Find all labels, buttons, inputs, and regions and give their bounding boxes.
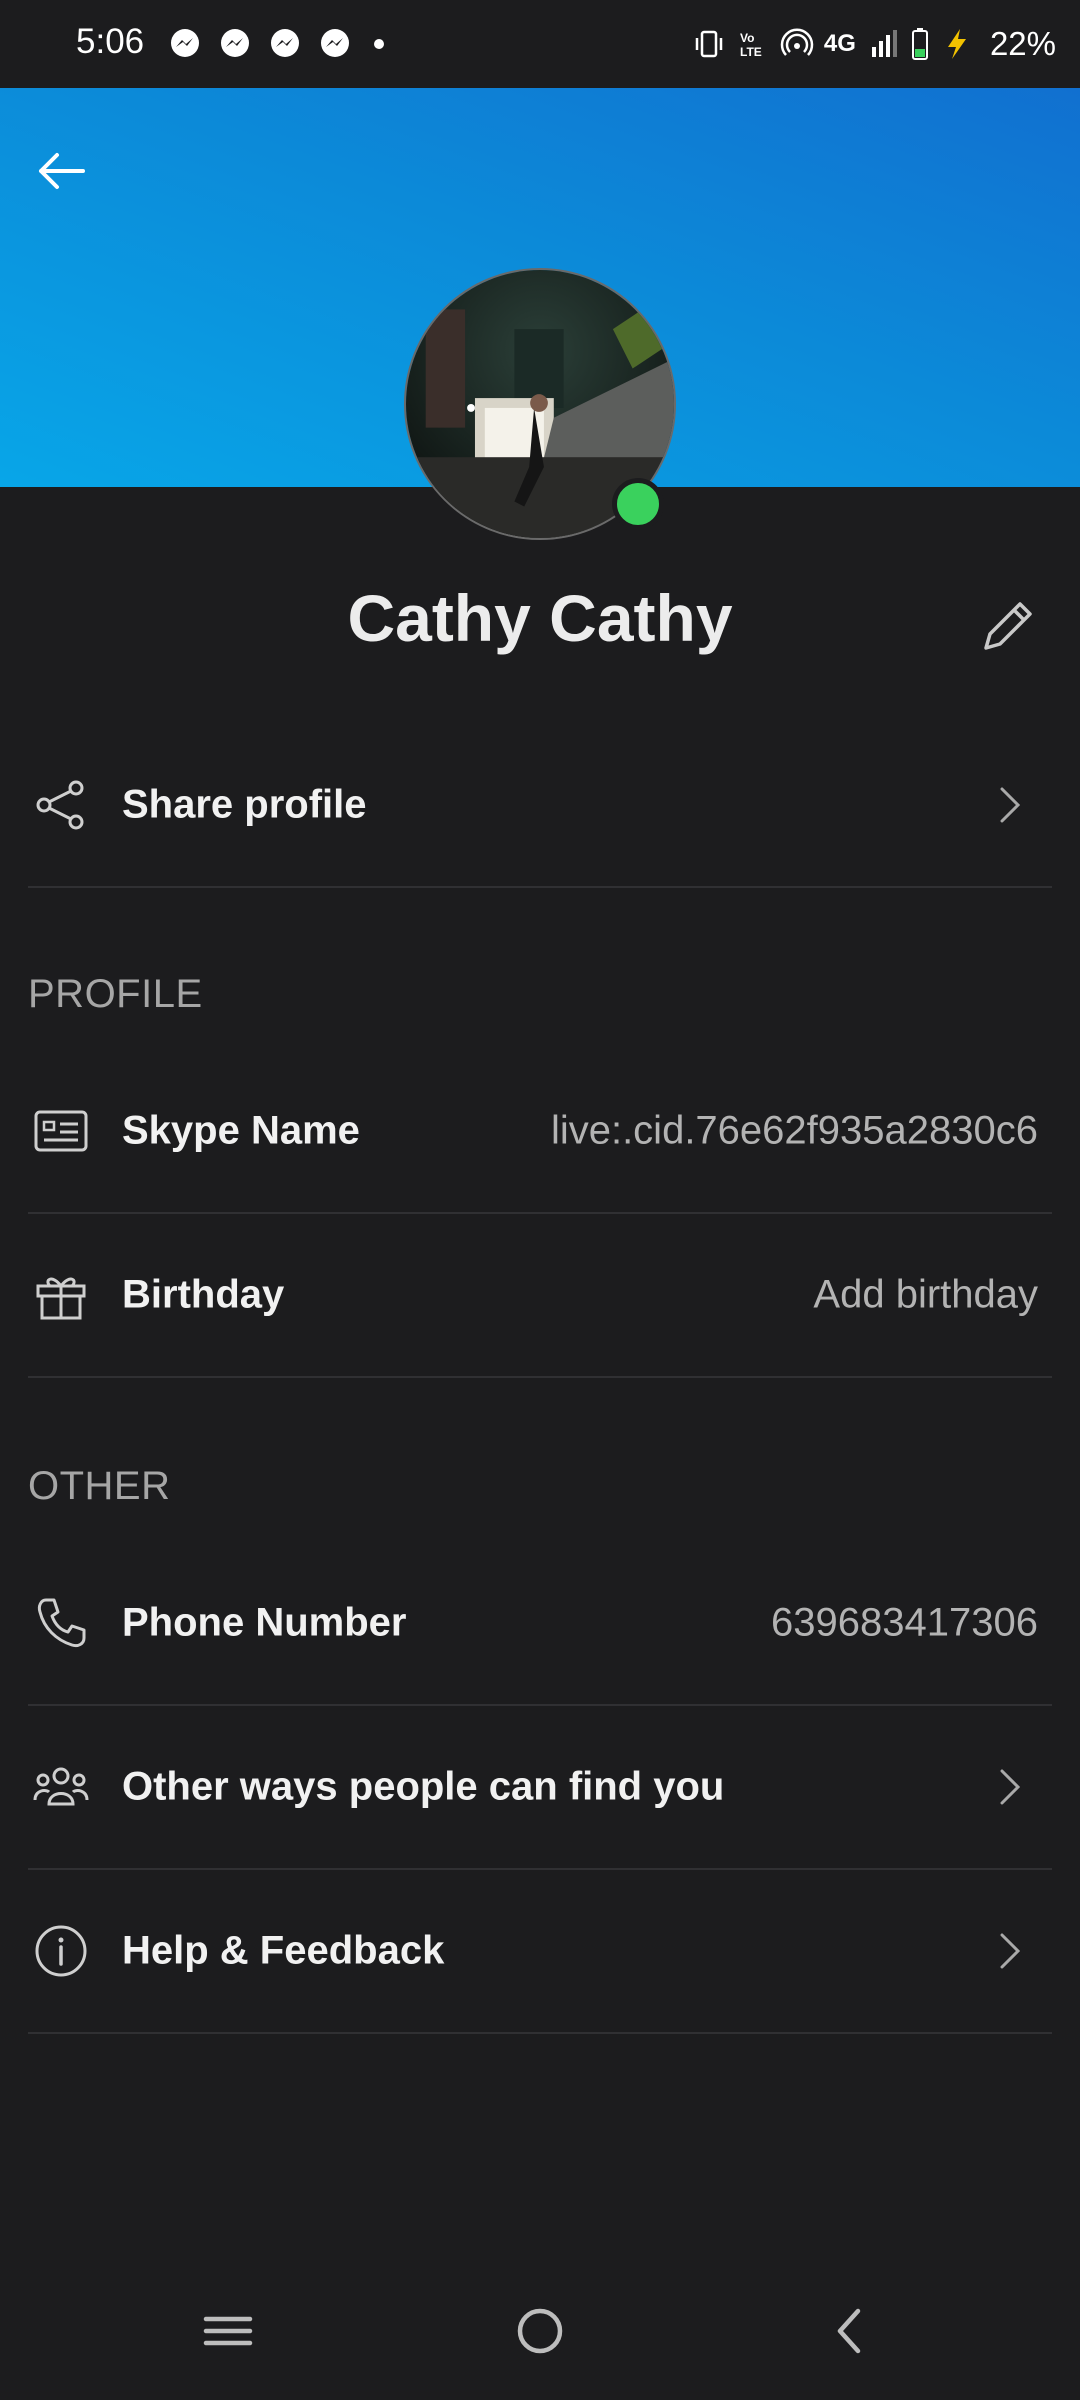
gift-icon <box>32 1266 90 1324</box>
battery-icon <box>911 28 928 60</box>
svg-text:Vo: Vo <box>740 31 754 45</box>
status-bar: 5:06 Vo LTE 4G 22% <box>0 0 1080 88</box>
find-you-row[interactable]: Other ways people can find you <box>28 1706 1052 1870</box>
id-card-icon <box>32 1102 90 1160</box>
birthday-row[interactable]: Birthday Add birthday <box>28 1214 1052 1378</box>
messenger-icon <box>171 29 199 57</box>
system-nav-bar <box>0 2270 1080 2400</box>
home-icon <box>517 2308 563 2354</box>
birthday-label: Birthday <box>122 1272 285 1317</box>
messenger-icon <box>271 29 299 57</box>
skype-name-row[interactable]: Skype Name live:.cid.76e62f935a2830c6 <box>28 1050 1052 1214</box>
arrow-left-icon <box>39 153 85 189</box>
network-type: 4G <box>823 30 856 57</box>
battery-percent: 22% <box>989 25 1056 62</box>
phone-number-value: 639683417306 <box>771 1600 1038 1645</box>
profile-name: Cathy Cathy <box>347 581 733 655</box>
share-profile-label: Share profile <box>122 782 367 827</box>
help-feedback-label: Help & Feedback <box>122 1928 445 1973</box>
messenger-icon <box>321 29 349 57</box>
volte-icon: VoLTE <box>740 31 762 59</box>
info-icon <box>32 1922 90 1980</box>
signal-icon <box>871 30 897 57</box>
back-icon <box>837 2308 861 2354</box>
home-button[interactable] <box>505 2296 575 2366</box>
chevron-right-icon <box>990 783 1030 827</box>
birthday-value: Add birthday <box>813 1272 1038 1317</box>
messenger-icon <box>221 29 249 57</box>
phone-number-label: Phone Number <box>122 1600 407 1645</box>
share-profile-row[interactable]: Share profile <box>28 724 1052 888</box>
more-notifications-dot <box>374 39 384 49</box>
system-icons: Vo LTE 4G 22% <box>692 20 1056 68</box>
other-section-header: OTHER <box>28 1464 171 1508</box>
skype-name-label: Skype Name <box>122 1108 360 1153</box>
system-back-button[interactable] <box>815 2296 885 2366</box>
charging-icon <box>947 29 966 59</box>
people-icon <box>32 1758 90 1816</box>
notification-icons <box>168 27 384 61</box>
chevron-right-icon <box>990 1765 1030 1809</box>
find-you-label: Other ways people can find you <box>122 1764 725 1809</box>
skype-name-value: live:.cid.76e62f935a2830c6 <box>550 1108 1038 1153</box>
help-feedback-row[interactable]: Help & Feedback <box>28 1870 1052 2034</box>
phone-icon <box>32 1594 90 1652</box>
edit-profile-button[interactable] <box>976 594 1040 658</box>
back-button[interactable] <box>28 138 94 204</box>
phone-number-row[interactable]: Phone Number 639683417306 <box>28 1542 1052 1706</box>
status-time: 5:06 <box>76 22 145 61</box>
chevron-right-icon <box>990 1929 1030 1973</box>
hotspot-icon <box>780 28 814 56</box>
pencil-icon <box>984 602 1032 650</box>
share-icon <box>32 776 90 834</box>
online-status-indicator <box>612 478 664 530</box>
vibrate-icon <box>695 30 723 58</box>
profile-section-header: PROFILE <box>28 972 203 1016</box>
recents-button[interactable] <box>193 2296 263 2366</box>
svg-text:LTE: LTE <box>740 45 762 59</box>
recents-icon <box>203 2316 253 2346</box>
